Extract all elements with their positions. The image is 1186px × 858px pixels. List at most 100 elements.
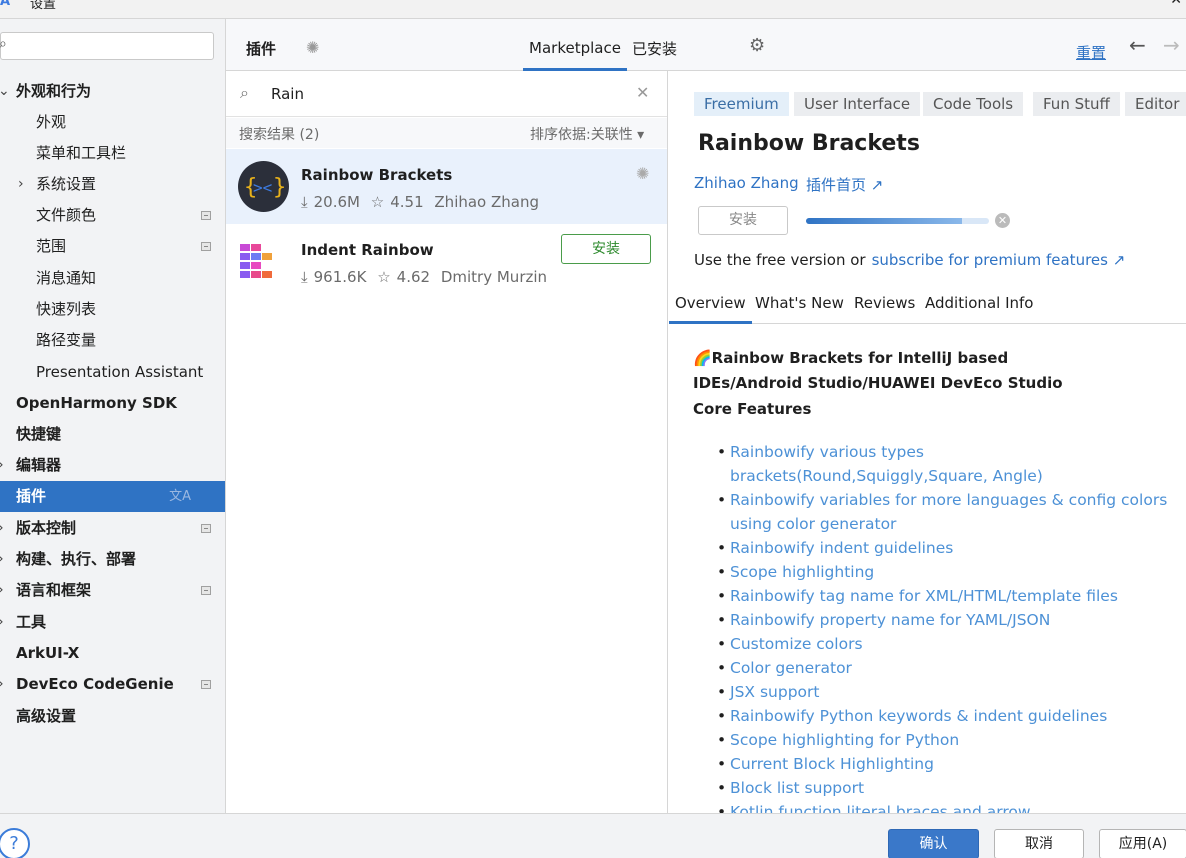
sidebar-item-17[interactable]: › 工具 — [0, 607, 225, 638]
svg-text:}: } — [273, 175, 286, 200]
sidebar-item-10[interactable]: OpenHarmony SDK — [0, 388, 225, 419]
plugin-name: Rainbow Brackets — [301, 166, 453, 184]
sidebar-item-15[interactable]: › 构建、执行、部署 — [0, 544, 225, 575]
forward-arrow-icon[interactable]: → — [1163, 33, 1180, 57]
feature-item[interactable]: Kotlin function literal braces and arrow — [714, 800, 1174, 813]
feature-item[interactable]: Rainbowify various types brackets(Round,… — [714, 440, 1174, 488]
sidebar-item-label: 高级设置 — [16, 707, 77, 725]
title-bar: A 设置 ✕ — [0, 0, 1186, 19]
settings-search-input[interactable]: ⌕ — [0, 32, 214, 60]
detail-tabs: Overview What's New Reviews Additional I… — [669, 290, 1186, 324]
close-window-icon[interactable]: ✕ — [1170, 0, 1182, 8]
sidebar-item-label: 文件颜色 — [36, 206, 97, 224]
sidebar-item-5[interactable]: 范围 — [0, 231, 225, 262]
sidebar-item-7[interactable]: 快速列表 — [0, 294, 225, 325]
sidebar-item-12[interactable]: › 编辑器 — [0, 450, 225, 481]
feature-item[interactable]: Rainbowify Python keywords & indent guid… — [714, 704, 1174, 728]
feature-item[interactable]: Block list support — [714, 776, 1174, 800]
cancel-button[interactable]: 取消 — [994, 829, 1084, 858]
sidebar-item-label: 外观和行为 — [16, 82, 92, 100]
project-level-icon — [201, 586, 211, 595]
apply-button[interactable]: 应用(A) — [1099, 829, 1186, 858]
install-button-disabled[interactable]: 安装 — [698, 206, 788, 235]
sidebar-item-label: ArkUI-X — [16, 644, 80, 662]
gear-icon[interactable]: ⚙ — [749, 35, 765, 56]
sidebar-item-4[interactable]: 文件颜色 — [0, 200, 225, 231]
feature-item[interactable]: Color generator — [714, 656, 1174, 680]
sidebar-item-19[interactable]: › DevEco CodeGenie — [0, 669, 225, 700]
sidebar-item-13[interactable]: 插件 文A — [0, 481, 225, 512]
sidebar-item-18[interactable]: ArkUI-X — [0, 638, 225, 669]
cancel-install-icon[interactable]: ✕ — [995, 213, 1010, 228]
plugin-detail-panel: Freemium User Interface Code Tools Fun S… — [669, 71, 1186, 813]
plugin-row-indent-rainbow[interactable]: Indent Rainbow ⤓ 961.6K ☆ 4.62 Dmitry Murz… — [226, 224, 667, 299]
plugin-homepage-link[interactable]: 插件首页 ↗ — [806, 174, 883, 195]
sidebar-item-3[interactable]: › 系统设置 — [0, 169, 225, 200]
sort-dropdown[interactable]: 排序依据:关联性 ▾ — [530, 124, 644, 144]
sidebar-item-label: 消息通知 — [36, 269, 97, 287]
sidebar-item-0[interactable]: ⌄ 外观和行为 — [0, 76, 225, 107]
feature-item[interactable]: Rainbowify property name for YAML/JSON — [714, 608, 1174, 632]
plugin-author-link[interactable]: Zhihao Zhang — [694, 174, 799, 192]
feature-item[interactable]: Scope highlighting — [714, 560, 1174, 584]
plugins-title: 插件 — [246, 40, 277, 58]
sidebar-item-label: 外观 — [36, 113, 67, 131]
tag-user-interface[interactable]: User Interface — [794, 92, 921, 116]
tag-fun-stuff[interactable]: Fun Stuff — [1033, 92, 1120, 116]
chevron-right-icon[interactable]: › — [0, 544, 4, 575]
tab-marketplace[interactable]: Marketplace — [523, 19, 627, 71]
rainbow-brackets-icon: { >< } — [238, 161, 289, 212]
description-heading: 🌈Rainbow Brackets for IntelliJ based IDE… — [693, 349, 1063, 392]
feature-item[interactable]: Rainbowify indent guidelines — [714, 536, 1174, 560]
sidebar-item-label: 版本控制 — [16, 519, 77, 537]
help-icon[interactable]: ? — [0, 828, 30, 858]
sidebar-item-1[interactable]: 外观 — [0, 107, 225, 138]
sidebar-item-16[interactable]: › 语言和框架 — [0, 575, 225, 606]
install-button[interactable]: 安装 — [561, 234, 651, 264]
reset-link[interactable]: 重置 — [1076, 42, 1106, 63]
sidebar-item-6[interactable]: 消息通知 — [0, 263, 225, 294]
core-features-heading: Core Features — [693, 400, 812, 418]
tab-additional-info[interactable]: Additional Info — [925, 290, 1033, 324]
feature-item[interactable]: Scope highlighting for Python — [714, 728, 1174, 752]
chevron-right-icon[interactable]: › — [18, 169, 24, 200]
plugin-search-bar[interactable]: ⌕ Rain ✕ — [226, 71, 667, 117]
sidebar-item-8[interactable]: 路径变量 — [0, 325, 225, 356]
tag-code-tools[interactable]: Code Tools — [923, 92, 1024, 116]
clear-search-icon[interactable]: ✕ — [636, 83, 649, 102]
sidebar-item-11[interactable]: 快捷键 — [0, 419, 225, 450]
chevron-right-icon[interactable]: › — [0, 513, 4, 544]
results-count: 搜索结果 (2) — [239, 127, 320, 143]
sidebar-item-9[interactable]: Presentation Assistant — [0, 357, 225, 388]
chevron-right-icon[interactable]: › — [0, 607, 4, 638]
plugin-search-input[interactable]: Rain — [271, 85, 304, 103]
tab-overview[interactable]: Overview — [669, 290, 752, 324]
free-version-text: Use the free version or — [694, 251, 866, 269]
plugin-row-rainbow-brackets[interactable]: { >< } Rainbow Brackets ⤓ 20.6M ☆ 4.51 Zhi… — [226, 149, 667, 224]
chevron-right-icon[interactable]: › — [0, 669, 4, 700]
sidebar-item-2[interactable]: 菜单和工具栏 — [0, 138, 225, 169]
feature-item[interactable]: Rainbowify variables for more languages … — [714, 488, 1174, 536]
tag-freemium[interactable]: Freemium — [694, 92, 789, 116]
chevron-right-icon[interactable]: › — [0, 575, 4, 606]
sidebar-item-20[interactable]: 高级设置 — [0, 701, 225, 732]
feature-item[interactable]: Customize colors — [714, 632, 1174, 656]
chevron-down-icon[interactable]: ⌄ — [0, 76, 10, 107]
tab-whats-new[interactable]: What's New — [755, 290, 844, 324]
sidebar-item-label: Presentation Assistant — [36, 363, 204, 381]
back-arrow-icon[interactable]: ← — [1129, 33, 1146, 57]
tab-installed[interactable]: 已安装 — [632, 38, 677, 59]
ok-button[interactable]: 确认 — [888, 829, 979, 858]
svg-text:><: >< — [253, 178, 272, 197]
translate-icon: 文A — [169, 489, 191, 504]
sidebar-item-14[interactable]: › 版本控制 — [0, 513, 225, 544]
feature-item[interactable]: Current Block Highlighting — [714, 752, 1174, 776]
project-level-icon — [201, 680, 211, 689]
sidebar-item-label: 构建、执行、部署 — [16, 550, 137, 568]
feature-item[interactable]: JSX support — [714, 680, 1174, 704]
tab-reviews[interactable]: Reviews — [854, 290, 915, 324]
premium-link[interactable]: subscribe for premium features ↗ — [872, 251, 1126, 269]
feature-item[interactable]: Rainbowify tag name for XML/HTML/templat… — [714, 584, 1174, 608]
tag-editor[interactable]: Editor — [1125, 92, 1186, 116]
chevron-right-icon[interactable]: › — [0, 450, 4, 481]
